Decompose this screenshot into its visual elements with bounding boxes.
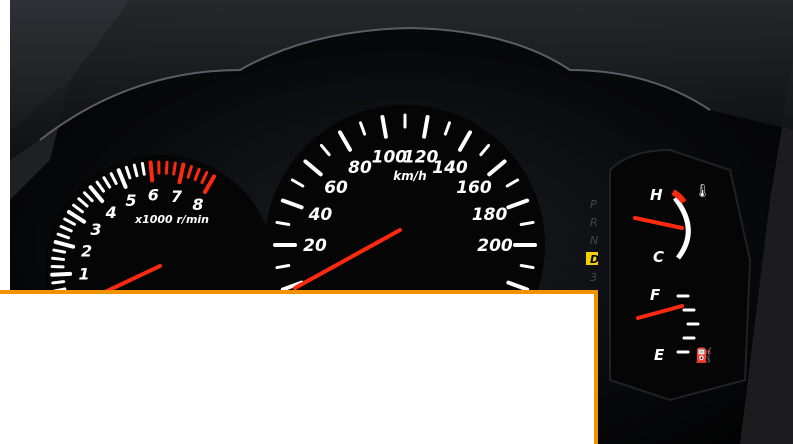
- speed-label: 200: [477, 236, 513, 256]
- tach-tick: [51, 280, 66, 285]
- speed-tick: [519, 263, 535, 270]
- tach-tick: [148, 160, 155, 183]
- tach-label: 6: [148, 185, 159, 204]
- tach-tick: [172, 161, 177, 176]
- screenshot-stage: 20 40 60 80 100 120 140 160 180 200 km/h 12345678…: [0, 0, 793, 444]
- speed-label: 20: [303, 236, 327, 256]
- temp-hot-label: H: [650, 186, 663, 204]
- gear-n: N: [590, 234, 598, 247]
- gear-r: R: [590, 216, 598, 229]
- coolant-icon: 🌡: [694, 183, 711, 199]
- speed-label: 160: [456, 178, 492, 198]
- gear-3: 3: [590, 271, 597, 284]
- speed-tick: [275, 263, 291, 270]
- tach-label: 2: [81, 241, 92, 260]
- gear-p: P: [590, 198, 597, 211]
- tach-tick: [51, 256, 66, 261]
- fuel-full-label: F: [650, 286, 661, 304]
- tach-tick: [140, 161, 146, 176]
- overlay-panel: [0, 290, 598, 444]
- fuel-empty-label: E: [654, 346, 665, 364]
- speed-tick: [519, 220, 535, 227]
- speed-unit: km/h: [393, 169, 426, 183]
- speed-label: 80: [348, 158, 372, 178]
- tach-label: 1: [79, 264, 90, 283]
- tach-tick: [52, 248, 67, 254]
- aux-gauge-panel: [609, 148, 752, 402]
- gear-d: D: [590, 253, 599, 266]
- tach-label: 5: [125, 191, 136, 210]
- speed-label: 180: [472, 205, 508, 225]
- speed-label: 140: [432, 158, 468, 178]
- tach-label: 3: [90, 220, 101, 239]
- tach-label: 8: [192, 195, 203, 214]
- tach-label: 7: [171, 187, 183, 206]
- tach-tick: [164, 160, 169, 175]
- temp-cold-label: C: [653, 248, 664, 266]
- tach-label: 4: [105, 203, 117, 222]
- fuel-pump-icon: ⛽: [695, 347, 712, 364]
- speed-tick: [275, 220, 291, 227]
- tach-unit: x1000 r/min: [134, 213, 209, 226]
- speed-label: 60: [324, 178, 348, 198]
- tach-tick: [50, 271, 73, 277]
- speed-label: 40: [308, 205, 333, 225]
